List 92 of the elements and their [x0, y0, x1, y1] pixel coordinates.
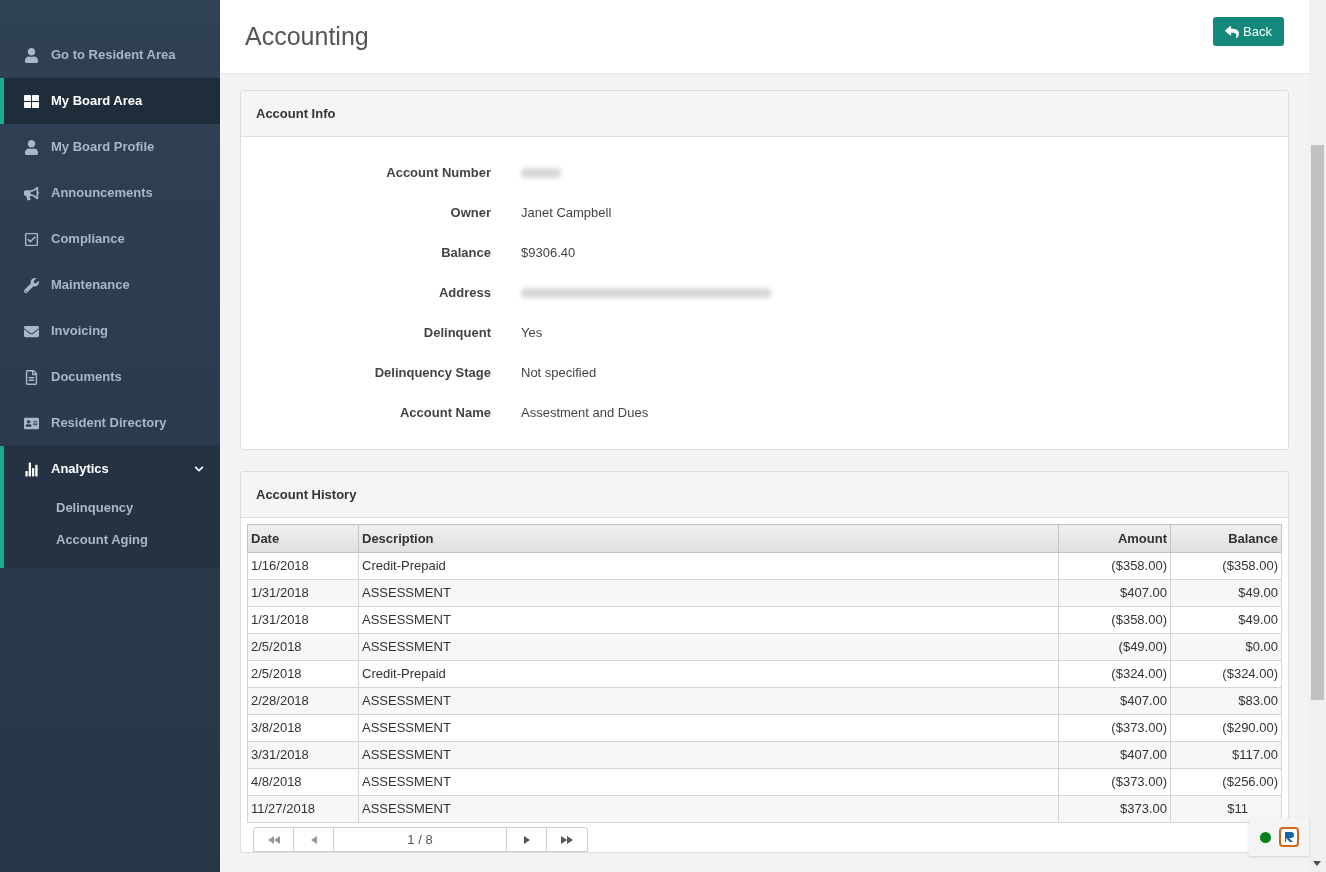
page-indicator: 1 / 8: [334, 828, 507, 851]
table-cell: $407.00: [1058, 741, 1171, 769]
table-cell: ($49.00): [1058, 633, 1171, 661]
table-cell: Credit-Prepaid: [358, 552, 1059, 580]
column-header: Balance: [1170, 524, 1282, 553]
double-left-arrow-icon: [267, 835, 280, 844]
wrench-icon: [24, 277, 39, 293]
table-cell: $83.00: [1170, 687, 1282, 715]
sidebar-subitem[interactable]: Account Aging: [4, 524, 220, 556]
back-button[interactable]: Back: [1213, 17, 1284, 46]
table-cell: ($358.00): [1058, 606, 1171, 634]
table-cell: 1/16/2018: [247, 552, 359, 580]
table-cell: ($324.00): [1170, 660, 1282, 688]
table-cell: $117.00: [1170, 741, 1282, 769]
sidebar-item[interactable]: My Board Profile: [4, 124, 220, 170]
field-value: Not specified: [521, 364, 597, 383]
bar-chart-icon: [24, 461, 39, 477]
table-cell: ASSESSMENT: [358, 714, 1059, 742]
sidebar-item[interactable]: Maintenance: [4, 262, 220, 308]
sidebar-item[interactable]: Documents: [4, 354, 220, 400]
field-label: Account Name: [398, 404, 491, 423]
double-right-arrow-icon: [561, 835, 573, 844]
column-header: Amount: [1058, 524, 1171, 553]
table-cell: 2/28/2018: [247, 687, 359, 715]
field-label: Balance: [440, 244, 491, 263]
scroll-down-icon[interactable]: [1313, 861, 1321, 866]
field-value: Yes: [521, 324, 543, 343]
table-cell: ASSESSMENT: [358, 741, 1059, 769]
table-cell: ASSESSMENT: [358, 579, 1059, 607]
table-cell: ASSESSMENT: [358, 795, 1059, 823]
column-header: Description: [358, 524, 1059, 553]
document-icon: [24, 369, 39, 385]
table-cell: 1/31/2018: [247, 606, 359, 634]
table-cell: $407.00: [1058, 687, 1171, 715]
scrollbar-thumb[interactable]: [1311, 145, 1324, 700]
status-widget[interactable]: [1249, 818, 1309, 856]
checkbox-icon: [24, 231, 39, 247]
reply-icon: [1225, 24, 1240, 39]
table-cell: $0.00: [1170, 633, 1282, 661]
column-header: Date: [247, 524, 359, 553]
table-cell: ($256.00): [1170, 768, 1282, 796]
envelope-icon: [24, 323, 39, 339]
sidebar-item[interactable]: Analytics: [4, 446, 220, 492]
app-logo-icon: [1278, 827, 1299, 847]
table-cell: 3/8/2018: [247, 714, 359, 742]
table-cell: ($373.00): [1058, 768, 1171, 796]
table-cell: Credit-Prepaid: [358, 660, 1059, 688]
table-cell: $407.00: [1058, 579, 1171, 607]
sidebar-item[interactable]: My Board Area: [4, 78, 220, 124]
table-cell: 1/31/2018: [247, 579, 359, 607]
panel-title: Account History: [256, 485, 357, 504]
field-label: Account Number: [385, 164, 491, 183]
table-cell: 11/27/2018: [247, 795, 359, 823]
sidebar-item[interactable]: Invoicing: [4, 308, 220, 354]
table-cell: ($373.00): [1058, 714, 1171, 742]
megaphone-icon: [24, 185, 39, 201]
table-cell: 2/5/2018: [247, 660, 359, 688]
blurred-value: [521, 168, 561, 178]
table-cell: ($358.00): [1170, 552, 1282, 580]
person-icon: [24, 139, 39, 155]
table-cell: 3/31/2018: [247, 741, 359, 769]
table-cell: ASSESSMENT: [358, 633, 1059, 661]
table-cell: ($290.00): [1170, 714, 1282, 742]
table-cell: $49.00: [1170, 606, 1282, 634]
sidebar-item[interactable]: Go to Resident Area: [4, 32, 220, 78]
sidebar-subitem[interactable]: Delinquency: [4, 492, 220, 524]
field-label: Owner: [449, 204, 491, 223]
id-card-icon: [24, 415, 39, 431]
table-cell: 2/5/2018: [247, 633, 359, 661]
table-cell: ASSESSMENT: [358, 768, 1059, 796]
table-cell: ($324.00): [1058, 660, 1171, 688]
page-title: Accounting: [245, 20, 369, 52]
field-value: Janet Campbell: [521, 204, 612, 223]
right-arrow-icon: [523, 835, 530, 844]
table-cell: ASSESSMENT: [358, 687, 1059, 715]
field-label: Address: [437, 284, 491, 303]
sidebar-item[interactable]: Resident Directory: [4, 400, 220, 446]
table-cell: 4/8/2018: [247, 768, 359, 796]
left-arrow-icon: [310, 835, 317, 844]
field-value: $9306.40: [521, 244, 576, 263]
field-label: Delinquent: [422, 324, 491, 343]
table-cell: $49.00: [1170, 579, 1282, 607]
field-label: Delinquency Stage: [373, 364, 491, 383]
sidebar-item[interactable]: Compliance: [4, 216, 220, 262]
panel-title: Account Info: [256, 104, 336, 123]
table-cell: $373.00: [1058, 795, 1171, 823]
table-cell: ASSESSMENT: [358, 606, 1059, 634]
sidebar-item[interactable]: Announcements: [4, 170, 220, 216]
person-icon: [24, 47, 39, 63]
grid-icon: [24, 93, 39, 109]
field-value: Assestment and Dues: [521, 404, 649, 423]
table-cell: ($358.00): [1058, 552, 1171, 580]
